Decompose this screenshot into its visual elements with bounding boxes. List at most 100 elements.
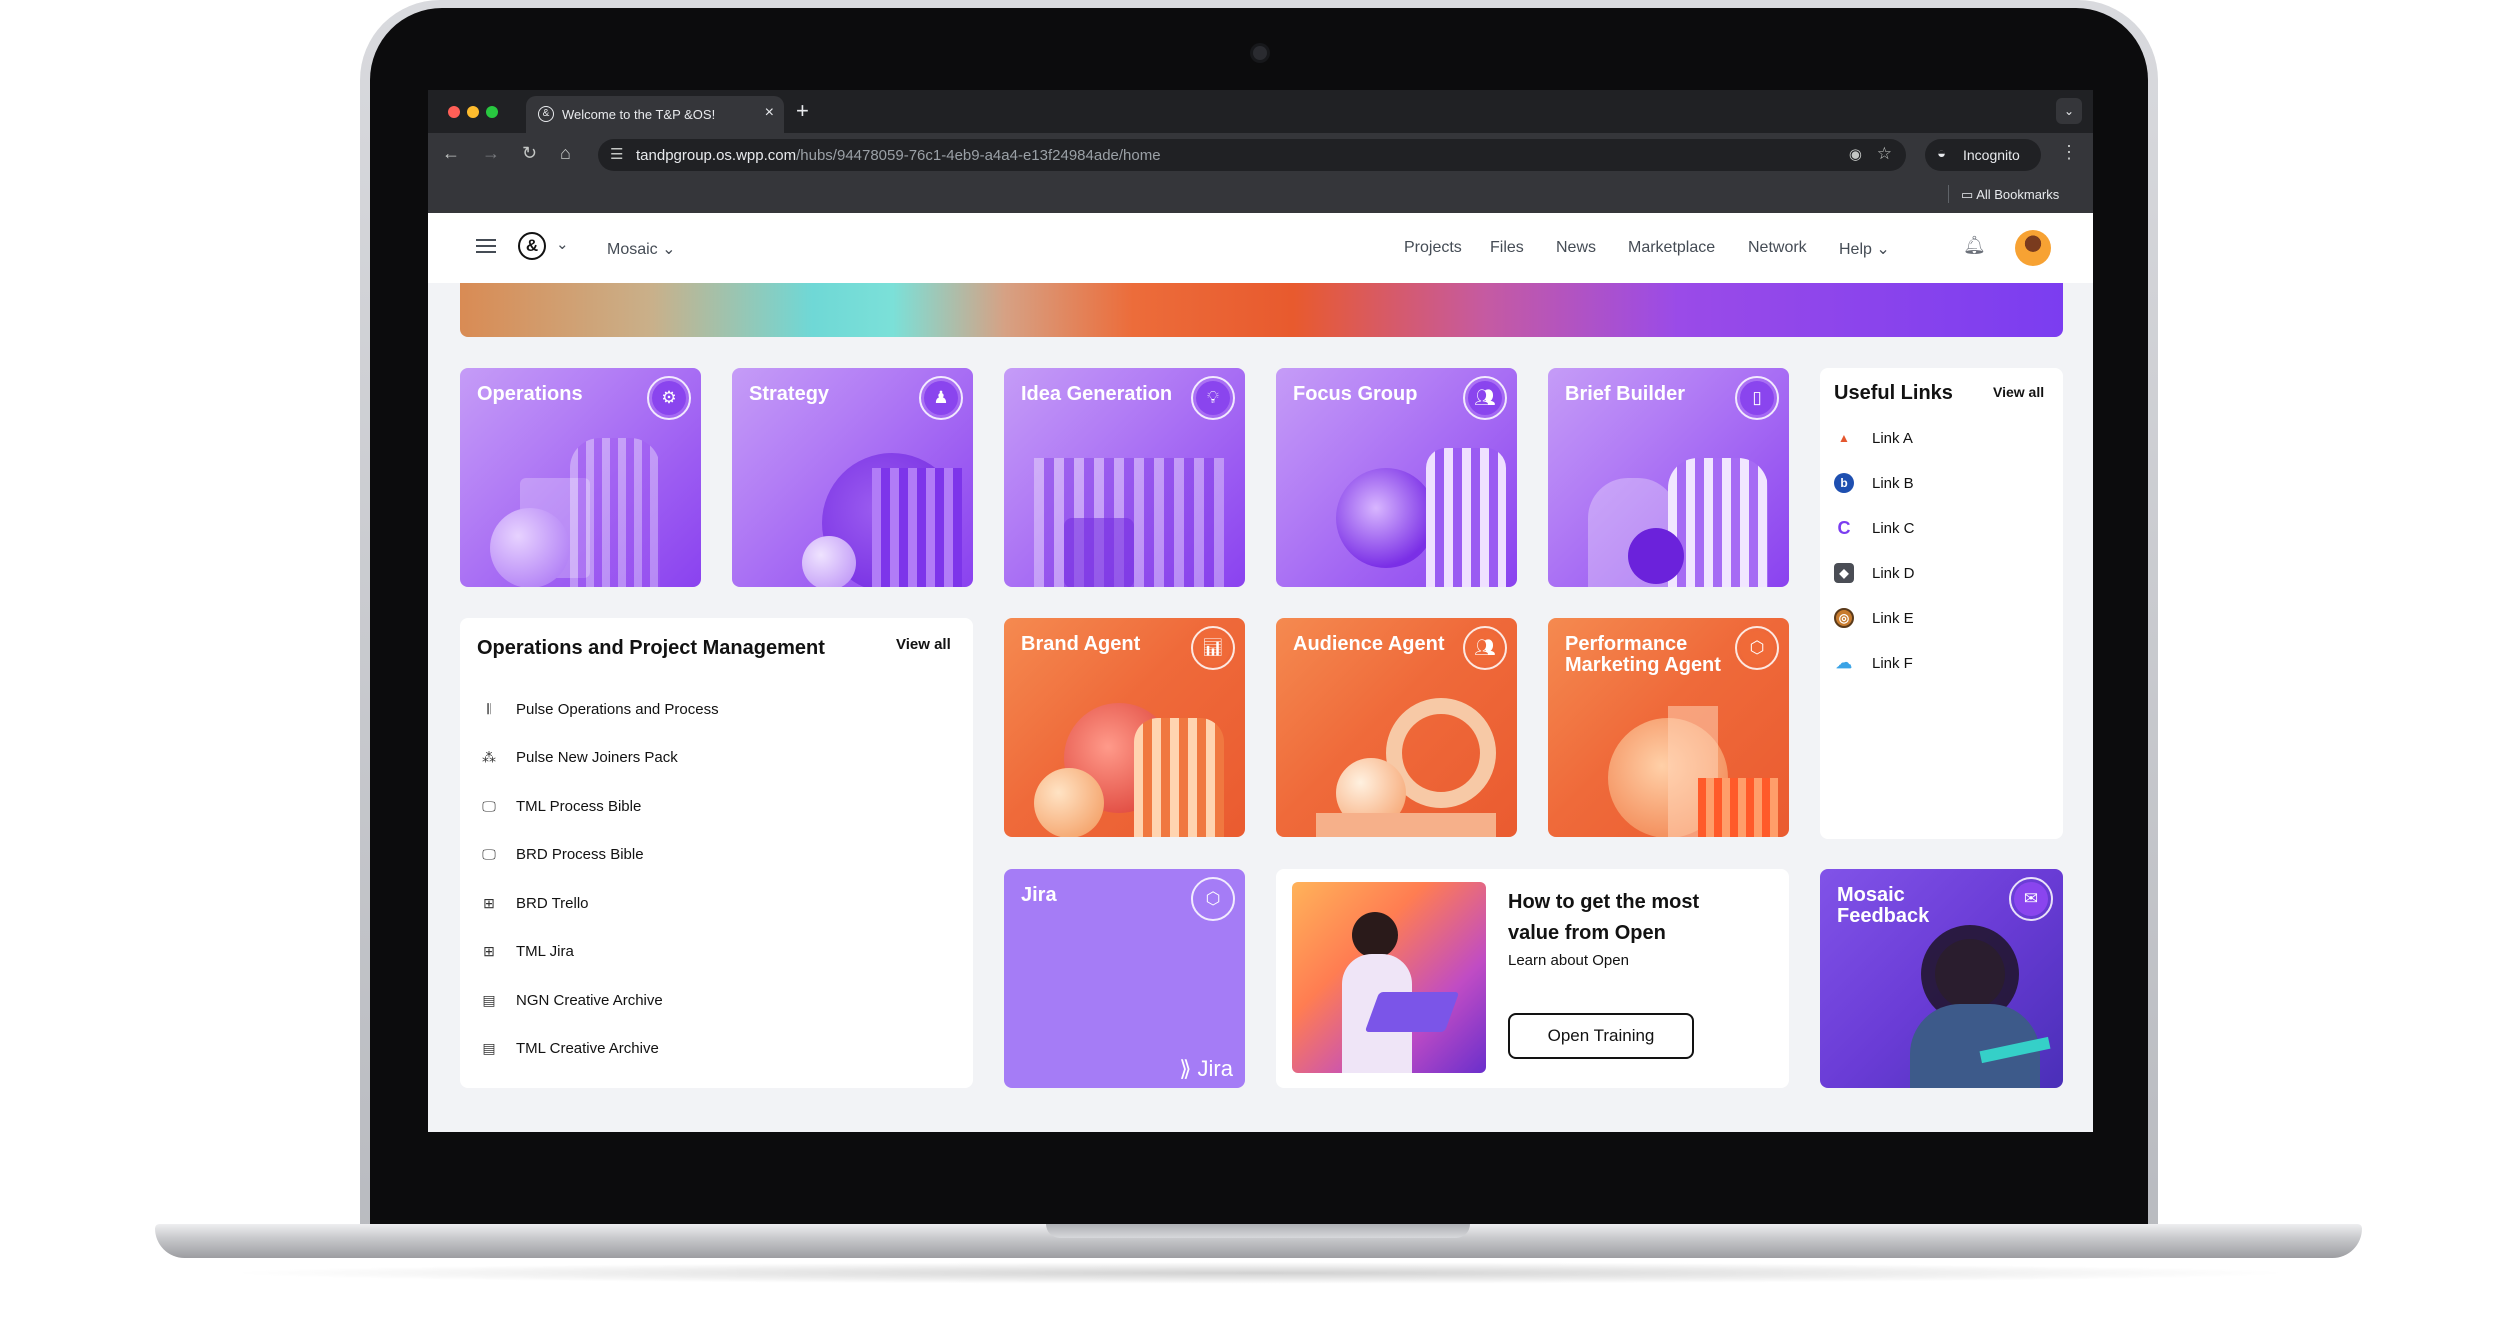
training-panel: How to get the most value from Open Learn… — [1276, 869, 1789, 1088]
tile-strategy[interactable]: Strategy ♟ — [732, 368, 973, 587]
tile-brand-agent[interactable]: Brand Agent 📊︎ — [1004, 618, 1245, 837]
grid-icon: ⊞ — [483, 894, 495, 911]
useful-link-d[interactable]: ◆ Link D — [1834, 562, 1915, 584]
hero-banner — [460, 283, 2063, 337]
address-bar[interactable]: ☰ tandpgroup.os.wpp.com/hubs/94478059-76… — [598, 139, 1906, 171]
grid-icon: ⊞ — [483, 942, 495, 959]
laptop-notch — [1046, 1224, 1470, 1238]
laptop-shadow — [220, 1262, 2300, 1284]
browser-tab[interactable]: & Welcome to the T&P &OS! × — [526, 96, 784, 133]
list-item[interactable]: ⊞ BRD Trello — [480, 891, 588, 915]
users-group-icon: 👥︎ — [1463, 626, 1507, 670]
andos-logo-icon[interactable]: & — [518, 232, 546, 260]
useful-link-f[interactable]: ☁ Link F — [1834, 652, 1913, 674]
browser-menu-icon[interactable]: ⋮ — [2060, 142, 2078, 163]
tile-title: Brief Builder — [1565, 383, 1686, 405]
incognito-badge[interactable]: ◒ Incognito — [1925, 139, 2041, 171]
tile-idea-generation[interactable]: Idea Generation 💡︎ — [1004, 368, 1245, 587]
all-bookmarks[interactable]: ▭ All Bookmarks — [1961, 187, 2059, 203]
maximize-window-icon[interactable] — [486, 106, 498, 118]
lightbulb-icon: 💡︎ — [1191, 376, 1235, 420]
users-group-icon: 👥︎ — [1463, 376, 1507, 420]
site-info-icon[interactable]: ☰ — [610, 145, 623, 163]
tile-title: Audience Agent — [1293, 633, 1445, 655]
operations-pm-view-all[interactable]: View all — [896, 636, 951, 653]
document-icon: ▯ — [1735, 376, 1779, 420]
list-item[interactable]: 🖵︎ TML Process Bible — [480, 794, 641, 818]
minimize-window-icon[interactable] — [467, 106, 479, 118]
useful-links-title: Useful Links — [1834, 382, 1953, 404]
new-tab-button[interactable]: + — [796, 98, 809, 124]
useful-link-e[interactable]: ◎ Link E — [1834, 607, 1914, 629]
notifications-bell-icon[interactable]: 🔔︎ — [1963, 235, 1986, 256]
tile-audience-agent[interactable]: Audience Agent 👥︎ — [1276, 618, 1517, 837]
list-item[interactable]: ▤ TML Creative Archive — [480, 1036, 658, 1060]
useful-links-view-all[interactable]: View all — [1993, 384, 2044, 400]
nav-news[interactable]: News — [1556, 239, 1596, 257]
workspace-chevron-down-icon: ⌄ — [662, 241, 676, 258]
operations-pm-panel: Operations and Project Management View a… — [460, 618, 973, 1088]
tile-brief-builder[interactable]: Brief Builder ▯ — [1548, 368, 1789, 587]
list-item[interactable]: 🖵︎ BRD Process Bible — [480, 842, 643, 866]
list-item[interactable]: 𝄃 Pulse Operations and Process — [480, 697, 718, 721]
bookmarks-divider — [1948, 185, 1949, 203]
training-image — [1292, 882, 1486, 1073]
forward-arrow-icon[interactable]: → — [482, 143, 500, 164]
url-text: tandpgroup.os.wpp.com/hubs/94478059-76c1… — [636, 147, 1161, 164]
tile-jira[interactable]: Jira ⬡ ⟫ Jira — [1004, 869, 1245, 1088]
jira-logo-icon: ⟫ Jira — [1179, 1056, 1233, 1081]
bookmarks-bar: ▭ All Bookmarks — [428, 175, 2093, 214]
logo-chevron-down-icon[interactable]: ⌄ — [556, 235, 569, 253]
nav-files[interactable]: Files — [1490, 239, 1524, 257]
notebook-icon: ▤ — [482, 991, 496, 1008]
incognito-icon: ◒ — [1937, 145, 1947, 162]
tile-performance-marketing-agent[interactable]: Performance Marketing Agent ⬡ — [1548, 618, 1789, 837]
folder-icon: ▭ — [1961, 187, 1977, 202]
shapes-icon: ⬡ — [1735, 626, 1779, 670]
close-window-icon[interactable] — [448, 106, 460, 118]
useful-link-b[interactable]: b Link B — [1834, 472, 1914, 494]
gear-icon: ⚙ — [647, 376, 691, 420]
useful-link-c[interactable]: C Link C — [1834, 517, 1915, 539]
tile-title: Operations — [477, 383, 583, 405]
camera-icon — [1253, 46, 1267, 60]
workspace-switcher[interactable]: Mosaic ⌄ — [607, 239, 676, 259]
back-arrow-icon[interactable]: ← — [442, 143, 460, 164]
nav-projects[interactable]: Projects — [1404, 239, 1462, 257]
bar-chart-icon: 📊︎ — [1191, 626, 1235, 670]
library-icon: 𝄃 — [487, 700, 491, 717]
list-item[interactable]: ▤ NGN Creative Archive — [480, 988, 662, 1012]
tile-mosaic-feedback[interactable]: Mosaic Feedback ✉ — [1820, 869, 2063, 1088]
tile-focus-group[interactable]: Focus Group 👥︎ — [1276, 368, 1517, 587]
reload-icon[interactable]: ↻ — [522, 143, 537, 164]
useful-link-a[interactable]: ▲ Link A — [1834, 427, 1913, 449]
nav-network[interactable]: Network — [1748, 239, 1807, 257]
tab-title: Welcome to the T&P &OS! — [562, 107, 716, 122]
eye-off-icon[interactable]: ◉ — [1849, 145, 1862, 163]
chess-piece-icon: ♟ — [919, 376, 963, 420]
user-avatar[interactable] — [2015, 230, 2051, 266]
hamburger-menu-icon[interactable] — [476, 235, 496, 257]
network-nodes-icon: ⁂ — [482, 748, 496, 765]
useful-links-panel: Useful Links View all ▲ Link A b Link B CL… — [1820, 368, 2063, 839]
screen: & Welcome to the T&P &OS! × + ⌄ ← → ↻ ⌂ … — [428, 90, 2093, 1132]
page: & ⌄ Mosaic ⌄ Projects Files News Marketp… — [428, 213, 2093, 1132]
tab-search-chevron-icon[interactable]: ⌄ — [2056, 98, 2082, 124]
open-training-button[interactable]: Open Training — [1508, 1013, 1694, 1059]
tile-operations[interactable]: Operations ⚙ — [460, 368, 701, 587]
operations-pm-title: Operations and Project Management — [477, 637, 825, 659]
help-chevron-down-icon: ⌄ — [1876, 241, 1890, 258]
close-tab-icon[interactable]: × — [765, 104, 774, 122]
top-navigation: & ⌄ Mosaic ⌄ Projects Files News Marketp… — [428, 213, 2093, 283]
c-logo-icon: C — [1837, 517, 1851, 538]
tile-title: Jira — [1021, 884, 1057, 906]
home-icon[interactable]: ⌂ — [560, 143, 571, 164]
tile-title: Mosaic Feedback — [1837, 884, 1930, 927]
nav-help[interactable]: Help ⌄ — [1839, 239, 1890, 259]
list-item[interactable]: ⊞ TML Jira — [480, 939, 574, 963]
nav-marketplace[interactable]: Marketplace — [1628, 239, 1715, 257]
tile-title: Idea Generation — [1021, 383, 1173, 405]
list-item[interactable]: ⁂ Pulse New Joiners Pack — [480, 745, 678, 769]
b-logo-icon: b — [1834, 473, 1854, 493]
bookmark-star-icon[interactable]: ☆ — [1877, 144, 1892, 164]
